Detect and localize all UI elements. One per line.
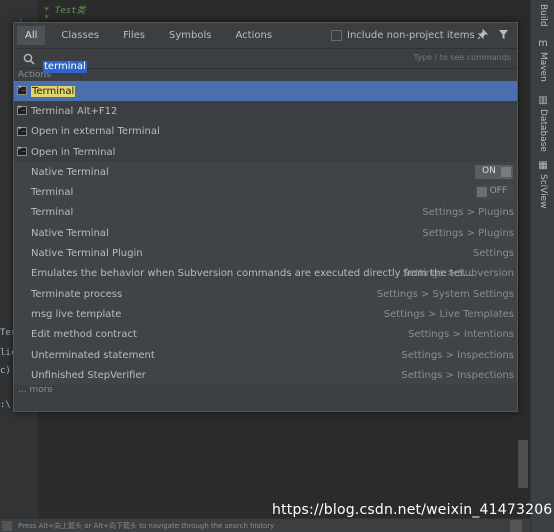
status-icon bbox=[510, 520, 522, 532]
result-label: Terminal bbox=[31, 105, 74, 117]
tab-files[interactable]: Files bbox=[115, 26, 153, 45]
result-label: Native Terminal bbox=[31, 227, 109, 239]
include-checkbox[interactable] bbox=[331, 30, 342, 41]
result-location: Settings > Plugins bbox=[422, 207, 514, 219]
tool-tab-build[interactable]: Build bbox=[535, 4, 551, 27]
maven-icon: m bbox=[538, 38, 548, 49]
terminal-icon bbox=[17, 104, 27, 116]
status-bar: Press Alt+向上箭头 or Alt+向下箭头 to navigate t… bbox=[0, 518, 530, 532]
result-shortcut: Alt+F12 bbox=[77, 105, 118, 117]
right-tool-strip: Build m Maven ▥ Database ▦ SciView bbox=[530, 0, 554, 532]
result-row[interactable]: Terminal Settings > Plugins bbox=[14, 202, 517, 224]
tab-symbols[interactable]: Symbols bbox=[161, 26, 219, 45]
result-label: Edit method contract bbox=[31, 329, 137, 341]
tool-tab-label: Build bbox=[538, 4, 548, 27]
toggle-label: OFF bbox=[489, 186, 507, 197]
result-row[interactable]: TerminalAlt+F12 bbox=[14, 101, 517, 121]
status-icon bbox=[2, 521, 12, 531]
filter-icon[interactable] bbox=[498, 29, 509, 43]
tab-actions[interactable]: Actions bbox=[228, 26, 281, 45]
result-row[interactable]: msg live template Settings > Live Templat… bbox=[14, 304, 517, 325]
result-row[interactable]: Edit method contract Settings > Intention… bbox=[14, 324, 517, 345]
result-row[interactable]: Terminal bbox=[14, 81, 517, 102]
result-row[interactable]: Open in external Terminal bbox=[14, 122, 517, 142]
watermark: https://blog.csdn.net/weixin_41473206 bbox=[272, 502, 553, 518]
result-location: Settings > Intentions bbox=[408, 329, 514, 341]
toggle-switch[interactable]: OFF bbox=[475, 185, 513, 200]
code-comment: * Test类 bbox=[44, 6, 86, 16]
result-location: Settings > Live Templates bbox=[383, 308, 514, 320]
result-label: Unterminated statement bbox=[31, 349, 155, 361]
tab-all[interactable]: All bbox=[17, 26, 46, 45]
result-row[interactable]: Unfinished StepVerifier Settings > Inspec… bbox=[14, 365, 517, 386]
result-label: Unfinished StepVerifier bbox=[31, 369, 146, 381]
result-row[interactable]: Emulates the behavior when Subversion co… bbox=[14, 263, 517, 284]
result-location: Settings > Subversion bbox=[402, 268, 514, 280]
sciview-icon: ▦ bbox=[538, 160, 548, 171]
pin-icon[interactable] bbox=[477, 28, 489, 43]
more-link[interactable]: ... more bbox=[18, 385, 53, 395]
result-label: Open in Terminal bbox=[31, 146, 116, 158]
include-label: Include non-project items bbox=[347, 30, 475, 41]
search-icon bbox=[23, 53, 35, 65]
tool-tab-label: Database bbox=[538, 109, 548, 152]
editor-fragment: :\ bbox=[0, 400, 11, 410]
editor-fragment: c) bbox=[0, 366, 11, 376]
result-label: Open in external Terminal bbox=[31, 126, 160, 138]
result-row[interactable]: Terminate process Settings > System Setti… bbox=[14, 283, 517, 305]
database-icon: ▥ bbox=[538, 95, 548, 106]
search-input[interactable]: terminal bbox=[43, 60, 87, 73]
result-location: Settings > Inspections bbox=[401, 369, 514, 381]
result-label: Terminal bbox=[31, 187, 74, 199]
search-hint: Type / to see commands bbox=[413, 53, 511, 62]
result-row[interactable]: Native Terminal Settings > Plugins bbox=[14, 223, 517, 244]
toggle-knob bbox=[477, 187, 487, 198]
terminal-icon bbox=[17, 125, 27, 136]
result-label: Terminal bbox=[31, 85, 76, 97]
result-location: Settings > Inspections bbox=[401, 349, 514, 361]
include-non-project-toggle[interactable]: Include non-project items bbox=[331, 30, 475, 41]
result-location: Settings > System Settings bbox=[376, 288, 514, 300]
terminal-icon bbox=[17, 145, 27, 156]
tool-tab-label: Maven bbox=[538, 52, 548, 82]
result-label: Terminate process bbox=[31, 288, 123, 300]
result-row[interactable]: Open in Terminal bbox=[14, 142, 517, 162]
search-bar: terminal Type / to see commands bbox=[14, 49, 517, 73]
toggle-knob bbox=[501, 167, 511, 178]
result-row[interactable]: Terminal OFF bbox=[14, 182, 517, 203]
tool-tab-maven[interactable]: m Maven bbox=[535, 38, 551, 82]
result-label: Native Terminal bbox=[31, 166, 109, 178]
tool-tab-database[interactable]: ▥ Database bbox=[535, 95, 551, 152]
editor-scrollbar[interactable] bbox=[518, 440, 528, 488]
result-location: Settings > Plugins bbox=[422, 227, 514, 239]
result-location: Settings bbox=[472, 248, 514, 260]
result-label: Terminal bbox=[31, 207, 74, 219]
results-list: TerminalTerminalAlt+F12Open in external … bbox=[14, 81, 517, 386]
tool-tab-label: SciView bbox=[538, 174, 548, 209]
result-label: Native Terminal Plugin bbox=[31, 248, 143, 260]
result-row[interactable]: Native Terminal ON bbox=[14, 162, 517, 183]
tab-classes[interactable]: Classes bbox=[53, 26, 107, 45]
status-text: Press Alt+向上箭头 or Alt+向下箭头 to navigate t… bbox=[18, 522, 275, 530]
toggle-switch[interactable]: ON bbox=[475, 165, 513, 180]
result-row[interactable]: Unterminated statement Settings > Inspect… bbox=[14, 344, 517, 366]
section-label-actions: Actions bbox=[18, 70, 51, 80]
search-everywhere-popup: All Classes Files Symbols Actions Includ… bbox=[13, 22, 518, 412]
toggle-label: ON bbox=[482, 166, 496, 177]
tool-tab-sciview[interactable]: ▦ SciView bbox=[535, 160, 551, 209]
terminal-icon bbox=[17, 84, 27, 95]
result-row[interactable]: Native Terminal Plugin Settings bbox=[14, 243, 517, 264]
result-label: msg live template bbox=[31, 308, 122, 320]
